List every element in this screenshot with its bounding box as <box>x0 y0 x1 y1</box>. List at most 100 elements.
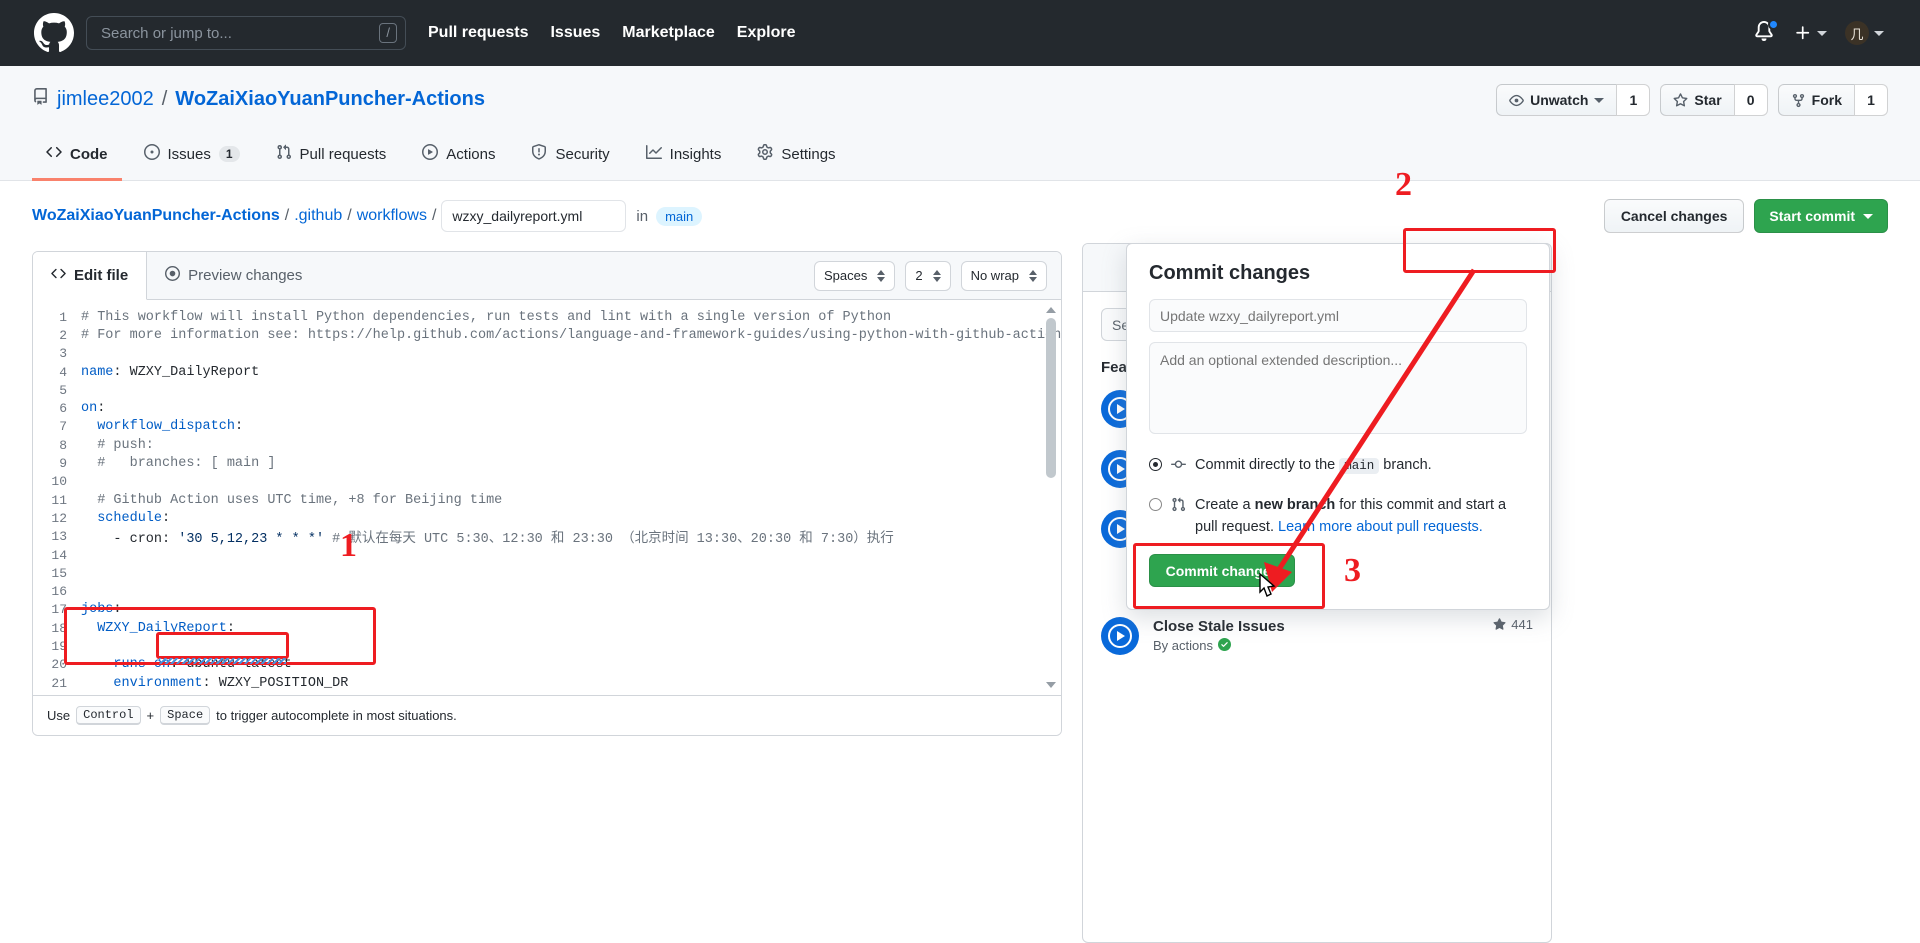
search-input[interactable] <box>99 23 380 43</box>
commit-changes-button[interactable]: Commit changes <box>1149 554 1295 588</box>
create-new-menu[interactable] <box>1794 24 1827 42</box>
hint-key-control: Control <box>76 706 141 725</box>
search-slash-hint: / <box>379 23 397 43</box>
code-line: 18 WZXY_DailyReport: <box>33 619 1061 637</box>
filename-input[interactable] <box>441 200 627 232</box>
commit-description-textarea[interactable] <box>1149 342 1527 434</box>
start-commit-button[interactable]: Start commit <box>1754 199 1888 233</box>
code-line: 8 # push: <box>33 436 1061 454</box>
line-number: 10 <box>51 474 67 490</box>
hint-plus: + <box>146 708 155 723</box>
user-menu[interactable]: 几 <box>1845 21 1884 45</box>
file-editor: Edit file Preview changes Spaces 2 No wr… <box>32 251 1062 736</box>
marketplace-item-stars: 441 <box>1493 617 1533 632</box>
fork-button[interactable]: Fork <box>1777 84 1854 116</box>
star-button[interactable]: Star <box>1660 84 1734 116</box>
repo-name-link[interactable]: WoZaiXiaoYuanPuncher-Actions <box>175 88 485 111</box>
hint-key-space: Space <box>160 706 211 725</box>
indent-size-select[interactable]: 2 <box>905 260 951 291</box>
code-line: 13 - cron: '30 5,12,23 * * *' # 默认在每天 UT… <box>33 528 1061 547</box>
commit-changes-popover: Commit changes Commit directly to the ma… <box>1126 243 1550 611</box>
code-line: 6 on: <box>33 399 1061 417</box>
star-button-group: Star 0 <box>1660 84 1768 116</box>
line-text: # Github Action uses UTC time, +8 for Be… <box>81 492 503 508</box>
repo-tab-settings[interactable]: Settings <box>743 134 849 181</box>
wrap-mode-select[interactable]: No wrap <box>960 260 1047 291</box>
breadcrumb-repo[interactable]: WoZaiXiaoYuanPuncher-Actions <box>32 207 280 225</box>
line-text: jobs: <box>81 602 122 618</box>
repo-tab-pull-requests[interactable]: Pull requests <box>262 134 401 181</box>
nav-marketplace[interactable]: Marketplace <box>622 24 715 42</box>
radio-commit-direct[interactable] <box>1149 458 1162 471</box>
repo-action-buttons: Unwatch 1 Star 0 Fork 1 <box>1496 84 1888 116</box>
line-text: on: <box>81 401 106 417</box>
code-line: 14 <box>33 546 1061 564</box>
global-search[interactable]: / <box>86 16 406 50</box>
breadcrumb-workflows-dir[interactable]: workflows <box>357 207 427 225</box>
tab-edit-label: Edit file <box>74 267 129 284</box>
commit-option-new-branch[interactable]: Create a new branch for this commit and … <box>1149 495 1527 539</box>
star-count[interactable]: 0 <box>1733 84 1768 116</box>
repo-tab-insights[interactable]: Insights <box>632 134 736 181</box>
marketplace-item-name[interactable]: Close Stale Issues <box>1153 618 1285 635</box>
repo-tab-code[interactable]: Code <box>32 134 122 181</box>
global-nav: Pull requests Issues Marketplace Explore <box>428 24 795 42</box>
code-editor-area[interactable]: 1 # This workflow will install Python dep… <box>33 300 1061 695</box>
line-text: # push: <box>81 437 154 453</box>
nav-explore[interactable]: Explore <box>737 24 796 42</box>
notification-bell-icon[interactable] <box>1754 19 1779 45</box>
code-line: 12 schedule: <box>33 509 1061 527</box>
direct-branch: main <box>1339 458 1380 474</box>
chevron-down-icon <box>1817 30 1827 36</box>
line-text: # branches: [ main ] <box>81 456 276 472</box>
repo-tab-actions[interactable]: Actions <box>408 134 509 181</box>
line-text: # For more information see: https://help… <box>81 327 1061 343</box>
indent-size-value: 2 <box>915 268 923 283</box>
repo-tab-security[interactable]: Security <box>517 134 623 181</box>
editor-scrollbar[interactable] <box>1045 304 1057 691</box>
eye-preview-icon <box>165 266 181 285</box>
pull-requests-learn-more-link[interactable]: Learn more about pull requests. <box>1278 519 1483 535</box>
scroll-down-arrow[interactable] <box>1045 679 1057 691</box>
fork-label: Fork <box>1811 92 1842 108</box>
direct-prefix: Commit directly to the <box>1195 457 1336 473</box>
repo-owner-link[interactable]: jimlee2002 <box>57 88 154 111</box>
line-number: 3 <box>59 346 67 362</box>
issue-opened-icon <box>143 144 160 164</box>
wrap-mode-value: No wrap <box>970 268 1019 283</box>
repo-tab-label: Settings <box>781 145 836 163</box>
repo-tab-issues[interactable]: Issues 1 <box>130 134 254 181</box>
nav-pull-requests[interactable]: Pull requests <box>428 24 528 42</box>
commit-option-direct[interactable]: Commit directly to the main branch. <box>1149 455 1527 477</box>
unwatch-button[interactable]: Unwatch <box>1496 84 1617 116</box>
hint-suffix: to trigger autocomplete in most situatio… <box>216 708 457 723</box>
watch-count[interactable]: 1 <box>1616 84 1651 116</box>
commit-message-input[interactable] <box>1149 299 1527 332</box>
unwatch-label: Unwatch <box>1530 92 1589 108</box>
fork-count[interactable]: 1 <box>1854 84 1888 116</box>
code-icon <box>46 144 62 164</box>
tab-preview-label: Preview changes <box>188 267 303 284</box>
radio-new-branch[interactable] <box>1149 497 1162 511</box>
github-mark-icon[interactable] <box>34 13 74 53</box>
list-item[interactable]: Close Stale Issues 441 By actions <box>1101 616 1533 655</box>
indent-mode-select[interactable]: Spaces <box>813 260 896 291</box>
tab-edit-file[interactable]: Edit file <box>33 252 148 300</box>
nav-issues[interactable]: Issues <box>550 24 600 42</box>
code-line: 2 # For more information see: https://hel… <box>33 326 1061 344</box>
line-text: schedule: <box>81 510 171 526</box>
code-line: 10 <box>33 473 1061 491</box>
line-number: 20 <box>51 657 67 673</box>
editor-footer-hint: Use Control + Space to trigger autocompl… <box>33 695 1061 735</box>
eye-icon <box>1509 94 1524 106</box>
line-number: 15 <box>51 565 67 581</box>
breadcrumb-github-dir[interactable]: .github <box>294 207 342 225</box>
chevron-updown-icon <box>877 269 886 282</box>
scrollbar-thumb[interactable] <box>1046 318 1056 478</box>
commit-direct-text: Commit directly to the main branch. <box>1195 455 1432 477</box>
popover-title: Commit changes <box>1149 262 1311 284</box>
cancel-changes-button[interactable]: Cancel changes <box>1603 199 1745 233</box>
hint-prefix: Use <box>47 708 71 723</box>
tab-preview-changes[interactable]: Preview changes <box>147 252 320 300</box>
scroll-up-arrow[interactable] <box>1045 304 1057 316</box>
